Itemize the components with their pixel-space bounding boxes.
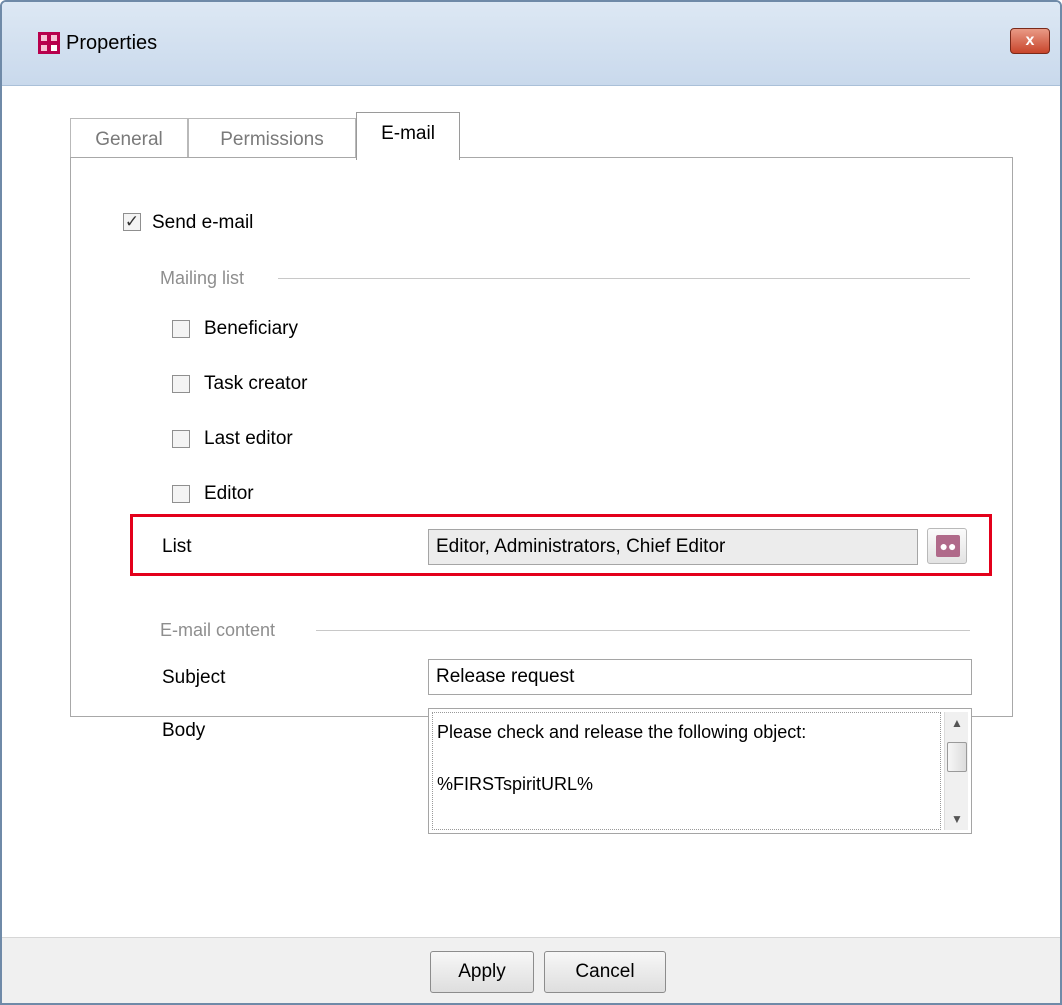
beneficiary-label: Beneficiary	[204, 318, 298, 339]
select-group-button[interactable]: ●●	[927, 528, 967, 564]
tab-permissions[interactable]: Permissions	[188, 118, 356, 160]
scroll-thumb[interactable]	[947, 742, 967, 772]
scroll-down-icon[interactable]: ▼	[945, 808, 969, 830]
mailing-list-group-label: Mailing list	[160, 268, 245, 288]
tab-email[interactable]: E-mail	[356, 112, 460, 160]
app-icon	[38, 32, 60, 54]
body-scrollbar[interactable]: ▲ ▼	[944, 712, 968, 830]
last-editor-label: Last editor	[204, 428, 293, 449]
task-creator-checkbox[interactable]	[172, 375, 190, 393]
subject-label: Subject	[162, 667, 226, 688]
apply-button[interactable]: Apply	[430, 951, 534, 993]
tab-general[interactable]: General	[70, 118, 188, 160]
body-text[interactable]: Please check and release the following o…	[432, 712, 941, 830]
user-group-icon: ●●	[936, 535, 960, 557]
title-bar[interactable]: Properties x	[2, 2, 1060, 86]
mailing-list-separator	[278, 278, 970, 279]
properties-dialog: Properties x General Permissions E-mail …	[0, 0, 1062, 1005]
close-icon: x	[1025, 32, 1035, 49]
send-email-checkbox[interactable]: ✓	[123, 213, 141, 231]
subject-input[interactable]: Release request	[428, 659, 972, 695]
email-content-group-label: E-mail content	[160, 620, 276, 640]
beneficiary-checkbox[interactable]	[172, 320, 190, 338]
list-label: List	[162, 536, 192, 557]
editor-label: Editor	[204, 483, 254, 504]
body-textarea[interactable]: Please check and release the following o…	[428, 708, 972, 834]
checkmark-icon: ✓	[124, 212, 140, 231]
task-creator-label: Task creator	[204, 373, 308, 394]
list-field[interactable]: Editor, Administrators, Chief Editor	[428, 529, 918, 565]
email-content-separator	[316, 630, 970, 631]
editor-checkbox[interactable]	[172, 485, 190, 503]
body-label: Body	[162, 720, 206, 741]
last-editor-checkbox[interactable]	[172, 430, 190, 448]
send-email-label: Send e-mail	[152, 212, 254, 233]
cancel-button[interactable]: Cancel	[544, 951, 666, 993]
scroll-up-icon[interactable]: ▲	[945, 712, 969, 734]
close-button[interactable]: x	[1010, 28, 1050, 54]
window-title: Properties	[66, 32, 158, 54]
